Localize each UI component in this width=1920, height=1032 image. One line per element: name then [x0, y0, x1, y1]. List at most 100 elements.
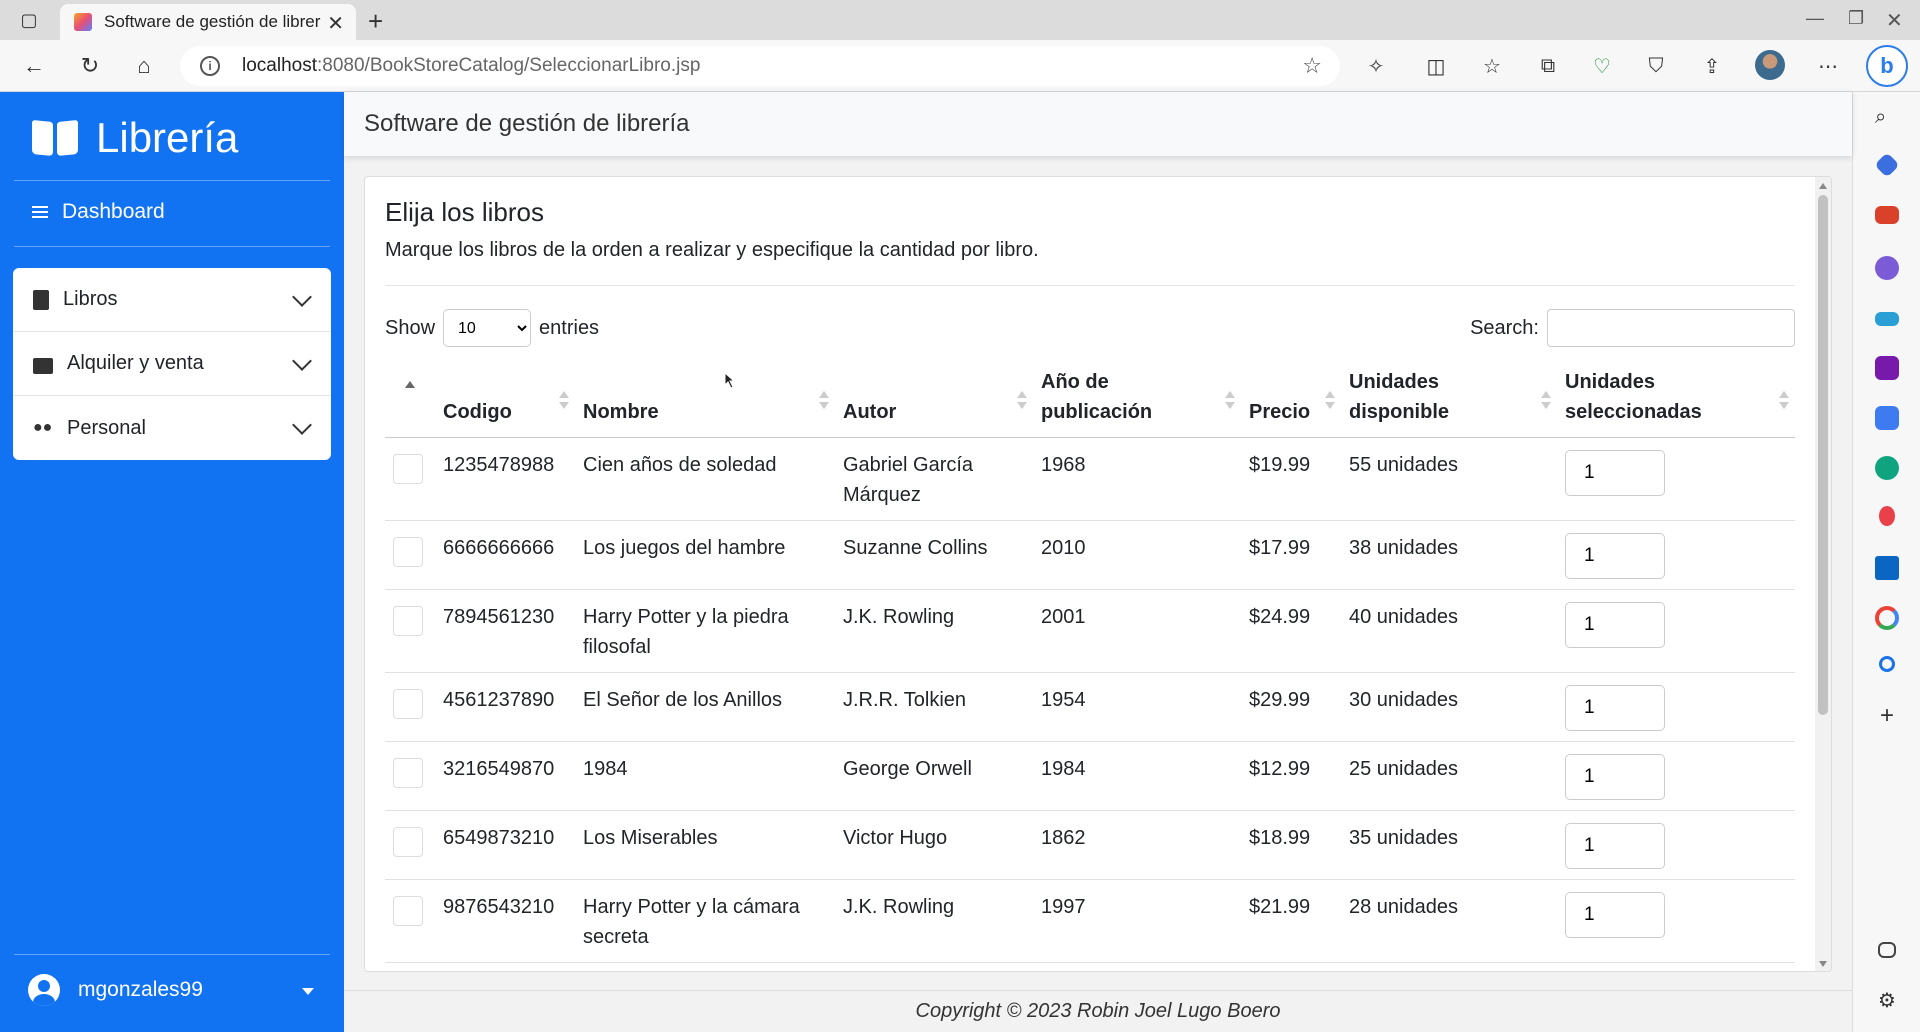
linkedin-icon[interactable] — [1875, 556, 1899, 580]
quantity-input[interactable] — [1565, 602, 1665, 648]
sidebar-item-alquiler-venta[interactable]: Alquiler y venta — [13, 332, 331, 396]
table-row: 4561237890 El Señor de los Anillos J.R.R. … — [385, 672, 1795, 742]
share-icon[interactable]: ⇪ — [1698, 52, 1726, 80]
user-menu[interactable]: mgonzales99 — [28, 974, 203, 1006]
favorites-icon[interactable]: ☆ — [1478, 52, 1506, 80]
chatgpt-icon[interactable] — [1875, 456, 1899, 480]
minimize-icon[interactable]: — — [1806, 8, 1824, 29]
back-icon[interactable]: ← — [18, 50, 50, 82]
site-info-icon[interactable]: i — [200, 56, 220, 76]
tab-title: Software de gestión de librer — [104, 12, 321, 31]
column-header[interactable]: Unidades seleccionadas — [1557, 359, 1795, 438]
scroll-down-icon[interactable] — [1819, 961, 1827, 967]
table-row: 6549873210 Los Miserables Victor Hugo 1862 $… — [385, 810, 1795, 880]
url-text: localhost:8080/BookStoreCatalog/Seleccio… — [242, 55, 700, 77]
app-red-icon[interactable] — [1879, 506, 1895, 526]
menu-bars-icon — [32, 203, 48, 221]
cell-unidades: 55 unidades — [1341, 437, 1557, 521]
cell-autor: Suzanne Collins — [835, 520, 1033, 590]
address-toolbar: ← ↻ ⌂ i localhost:8080/BookStoreCatalog/… — [0, 40, 1920, 92]
collections-icon[interactable]: ⧉ — [1534, 52, 1562, 80]
reload-icon[interactable]: ↻ — [74, 50, 106, 82]
new-tab-icon[interactable]: + — [368, 6, 383, 37]
user-avatar-icon — [28, 974, 60, 1006]
cell-qty — [1557, 437, 1795, 521]
caret-down-icon[interactable] — [302, 988, 314, 995]
extensions-icon[interactable]: ✧ — [1362, 52, 1390, 80]
row-checkbox[interactable] — [393, 827, 423, 857]
cell-nombre: Cien años de soledad — [575, 437, 835, 521]
app-icon[interactable] — [1875, 406, 1899, 430]
cell-autor: George Orwell — [835, 741, 1033, 811]
sidebar-item-libros[interactable]: Libros — [13, 268, 331, 332]
hide-sidebar-icon[interactable] — [1878, 942, 1896, 958]
divider — [385, 285, 1795, 286]
row-checkbox[interactable] — [393, 758, 423, 788]
app-sidebar: Librería Dashboard Libros Alquiler y ven… — [0, 92, 344, 1032]
column-header[interactable]: Codigo — [435, 359, 575, 438]
quantity-input[interactable] — [1565, 685, 1665, 731]
google-icon[interactable] — [1875, 606, 1899, 630]
profile-avatar[interactable] — [1755, 50, 1785, 80]
cell-unidades: 30 unidades — [1341, 672, 1557, 742]
quantity-input[interactable] — [1565, 754, 1665, 800]
cell-anio: 2010 — [1033, 520, 1241, 590]
cell-qty — [1557, 741, 1795, 811]
edge-sidebar: ⌕ + ⚙ — [1852, 92, 1920, 1032]
row-checkbox[interactable] — [393, 537, 423, 567]
brand[interactable]: Librería — [32, 114, 238, 162]
settings-gear-icon[interactable]: ⚙ — [1875, 988, 1899, 1012]
search-input[interactable] — [1547, 309, 1795, 347]
search-app-icon[interactable] — [1879, 656, 1895, 672]
row-checkbox[interactable] — [393, 454, 423, 484]
telegram-icon[interactable] — [1875, 312, 1899, 326]
column-header[interactable]: Autor — [835, 359, 1033, 438]
microsoft365-icon[interactable] — [1875, 256, 1899, 280]
browser-tab[interactable]: Software de gestión de librer ✕ — [60, 4, 356, 40]
quantity-input[interactable] — [1565, 892, 1665, 938]
add-icon[interactable]: + — [1875, 702, 1899, 729]
column-header[interactable]: Nombre — [575, 359, 835, 438]
sidebar-item-dashboard[interactable]: Dashboard — [32, 200, 165, 224]
quantity-input[interactable] — [1565, 450, 1665, 496]
column-header[interactable]: Unidades disponible — [1341, 359, 1557, 438]
restore-icon[interactable]: ❐ — [1848, 8, 1864, 29]
select-cell — [385, 962, 435, 971]
row-checkbox[interactable] — [393, 689, 423, 719]
search-icon[interactable]: ⌕ — [1875, 106, 1899, 130]
page-length-select[interactable]: 10 — [443, 309, 532, 347]
quantity-input[interactable] — [1565, 823, 1665, 869]
row-checkbox[interactable] — [393, 896, 423, 926]
table-row: 6666666666 Los juegos del hambre Suzanne C… — [385, 520, 1795, 590]
cell-unidades: 20 unidades — [1341, 962, 1557, 971]
column-header[interactable]: Precio — [1241, 359, 1341, 438]
quantity-input[interactable] — [1565, 533, 1665, 579]
column-header[interactable]: Año de publicación — [1033, 359, 1241, 438]
tab-close-icon[interactable]: ✕ — [327, 11, 344, 36]
vertical-scrollbar[interactable] — [1815, 177, 1831, 971]
tab-actions-icon[interactable]: ▢ — [18, 9, 40, 31]
split-screen-icon[interactable]: ◫ — [1422, 52, 1450, 80]
card-title: Elija los libros — [385, 197, 544, 227]
cell-unidades: 28 unidades — [1341, 879, 1557, 963]
divider — [14, 246, 330, 247]
tools-icon[interactable] — [1875, 206, 1899, 224]
select-column-header[interactable] — [385, 359, 435, 438]
scroll-up-icon[interactable] — [1819, 183, 1827, 189]
shopping-tag-icon[interactable] — [1874, 152, 1900, 178]
onenote-icon[interactable] — [1875, 356, 1899, 380]
cell-autor: Victor Hugo — [835, 810, 1033, 880]
row-checkbox[interactable] — [393, 606, 423, 636]
performance-icon[interactable]: ⛉ — [1642, 52, 1670, 80]
home-icon[interactable]: ⌂ — [128, 50, 160, 82]
address-bar[interactable]: i localhost:8080/BookStoreCatalog/Selecc… — [180, 46, 1340, 86]
scrollbar-thumb[interactable] — [1818, 195, 1828, 715]
table-row: 7894561230 Harry Potter y la piedra filos… — [385, 589, 1795, 673]
browser-essentials-icon[interactable]: ♡ — [1588, 52, 1616, 80]
sort-icon — [1017, 391, 1027, 409]
favorite-star-icon[interactable]: ☆ — [1302, 53, 1322, 79]
window-close-icon[interactable]: ✕ — [1886, 8, 1903, 33]
sidebar-item-personal[interactable]: ●● Personal — [13, 396, 331, 460]
more-menu-icon[interactable]: ⋯ — [1814, 52, 1842, 80]
copilot-icon[interactable]: b — [1866, 45, 1908, 87]
